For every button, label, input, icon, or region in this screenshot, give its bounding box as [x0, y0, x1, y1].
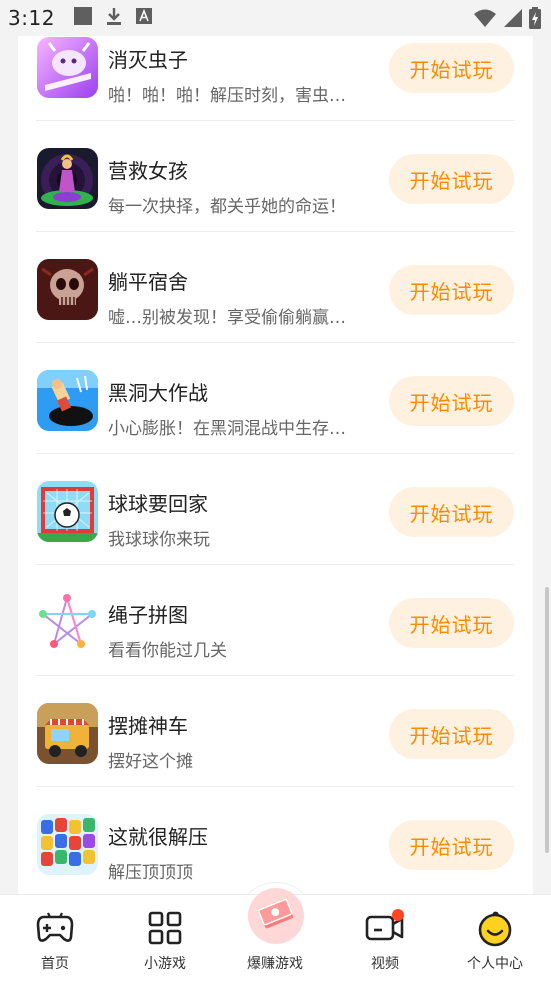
notification-badge	[392, 909, 404, 921]
wifi-icon	[473, 8, 497, 32]
game-list-card: 消灭虫子 啪！啪！啪！解压时刻，害虫… 开始试玩 营救女孩 每一次抉择，都关乎她…	[18, 36, 533, 894]
nav-label-home: 首页	[41, 956, 69, 972]
start-trial-button[interactable]: 开始试玩	[389, 43, 514, 93]
nav-label-earn-games: 爆赚游戏	[247, 956, 303, 972]
rope-star-icon[interactable]	[37, 592, 98, 653]
list-item[interactable]: 摆摊神车 摆好这个摊 开始试玩	[18, 676, 533, 787]
start-trial-button[interactable]: 开始试玩	[389, 820, 514, 870]
bug-game-icon[interactable]	[37, 37, 98, 98]
money-stack-icon	[256, 896, 296, 936]
game-title: 摆摊神车	[108, 714, 188, 738]
list-item[interactable]: 营救女孩 每一次抉择，都关乎她的命运！ 开始试玩	[18, 121, 533, 232]
nav-label-mini-games: 小游戏	[144, 956, 186, 972]
list-item[interactable]: 这就很解压 解压顶顶顶 开始试玩	[18, 787, 533, 894]
game-title: 黑洞大作战	[108, 381, 208, 405]
game-title: 营救女孩	[108, 159, 188, 183]
start-trial-button[interactable]: 开始试玩	[389, 154, 514, 204]
game-description: 每一次抉择，都关乎她的命运！	[108, 197, 346, 217]
list-item[interactable]: 消灭虫子 啪！啪！啪！解压时刻，害虫… 开始试玩	[18, 36, 533, 121]
start-trial-button[interactable]: 开始试玩	[389, 265, 514, 315]
soccer-goal-icon[interactable]	[37, 481, 98, 542]
cellular-signal-icon	[503, 8, 523, 32]
gamepad-icon	[36, 911, 74, 949]
game-description: 小心膨胀！在黑洞混战中生存…	[108, 419, 346, 439]
start-trial-button[interactable]: 开始试玩	[389, 598, 514, 648]
list-item[interactable]: 黑洞大作战 小心膨胀！在黑洞混战中生存… 开始试玩	[18, 343, 533, 454]
smiley-face-icon	[477, 911, 513, 951]
game-description: 摆好这个摊	[108, 752, 193, 772]
game-list: 消灭虫子 啪！啪！啪！解压时刻，害虫… 开始试玩 营救女孩 每一次抉择，都关乎她…	[18, 36, 533, 894]
start-trial-button[interactable]: 开始试玩	[389, 487, 514, 537]
list-item[interactable]: 球球要回家 我球球你来玩 开始试玩	[18, 454, 533, 565]
game-description: 看看你能过几关	[108, 641, 227, 661]
status-bar: 3:12	[0, 0, 551, 36]
nav-item-mini-games[interactable]: 小游戏	[110, 895, 220, 982]
square-notification-icon	[73, 6, 93, 30]
list-item[interactable]: 躺平宿舍 嘘…别被发现！享受偷偷躺赢… 开始试玩	[18, 232, 533, 343]
start-trial-button[interactable]: 开始试玩	[389, 376, 514, 426]
nav-item-profile[interactable]: 个人中心	[440, 895, 550, 982]
game-title: 绳子拼图	[108, 603, 188, 627]
rescue-girl-icon[interactable]	[37, 148, 98, 209]
center-tab-button[interactable]	[248, 888, 304, 944]
nav-label-profile: 个人中心	[467, 956, 523, 972]
game-description: 嘘…别被发现！享受偷偷躺赢…	[108, 308, 346, 328]
game-title: 这就很解压	[108, 825, 208, 849]
dorm-skull-icon[interactable]	[37, 259, 98, 320]
nav-item-video[interactable]: 视频	[330, 895, 440, 982]
nav-item-home[interactable]: 首页	[0, 895, 110, 982]
game-title: 消灭虫子	[108, 48, 188, 72]
download-icon	[105, 6, 123, 30]
status-time: 3:12	[8, 6, 55, 30]
color-blocks-icon[interactable]	[37, 814, 98, 875]
battery-charging-icon	[529, 7, 541, 33]
font-a-icon	[135, 7, 153, 29]
game-title: 球球要回家	[108, 492, 208, 516]
food-truck-icon[interactable]	[37, 703, 98, 764]
start-trial-button[interactable]: 开始试玩	[389, 709, 514, 759]
game-description: 我球球你来玩	[108, 530, 210, 550]
nav-label-video: 视频	[371, 956, 399, 972]
black-hole-icon[interactable]	[37, 370, 98, 431]
game-description: 解压顶顶顶	[108, 863, 193, 883]
game-title: 躺平宿舍	[108, 270, 188, 294]
list-item[interactable]: 绳子拼图 看看你能过几关 开始试玩	[18, 565, 533, 676]
scrollbar[interactable]	[545, 587, 549, 853]
grid-icon	[148, 911, 182, 949]
game-description: 啪！啪！啪！解压时刻，害虫…	[108, 86, 346, 106]
